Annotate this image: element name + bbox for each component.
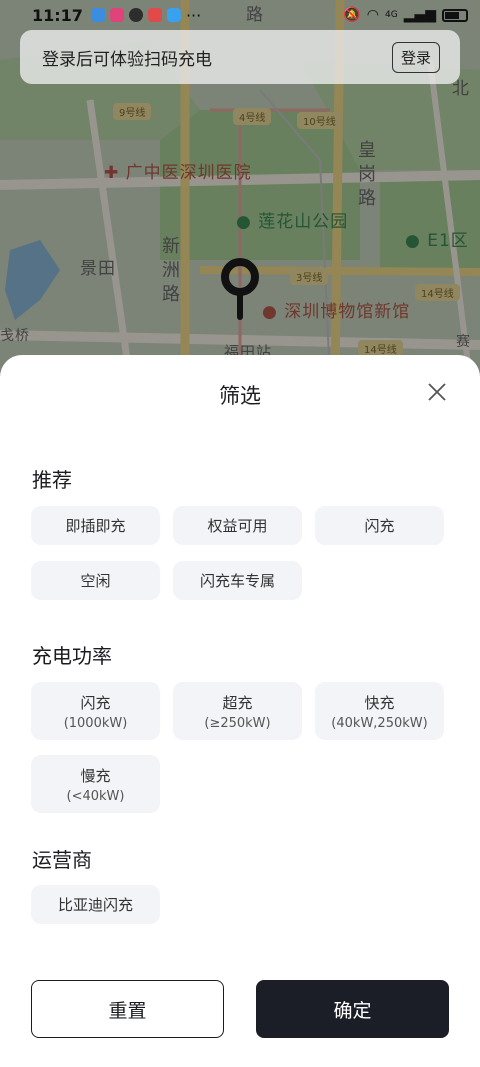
filter-chip-recommend[interactable]: 闪充车专属 bbox=[173, 561, 302, 600]
close-icon[interactable] bbox=[425, 380, 449, 404]
section-title-recommend: 推荐 bbox=[32, 468, 72, 492]
wifi-icon: ◠ bbox=[366, 7, 379, 23]
app-notification-icon bbox=[109, 8, 124, 22]
filter-chip-recommend[interactable]: 闪充 bbox=[315, 506, 444, 545]
login-banner: 登录后可体验扫码充电 登录 bbox=[20, 30, 460, 84]
clock: 11:17 bbox=[32, 5, 83, 25]
filter-chip-recommend[interactable]: 即插即充 bbox=[31, 506, 160, 545]
filter-chip-recommend[interactable]: 空闲 bbox=[31, 561, 160, 600]
section-title-operator: 运营商 bbox=[32, 848, 92, 872]
location-pin-icon bbox=[221, 258, 259, 320]
more-notifications-icon: ··· bbox=[185, 5, 202, 25]
filter-chip-power[interactable]: 快充 (40kW,250kW) bbox=[315, 682, 444, 740]
filter-chip-power[interactable]: 闪充 (1000kW) bbox=[31, 682, 160, 740]
login-button[interactable]: 登录 bbox=[391, 41, 440, 73]
reset-button[interactable]: 重置 bbox=[31, 980, 224, 1038]
filter-chip-recommend[interactable]: 权益可用 bbox=[173, 506, 302, 545]
wechat-icon bbox=[128, 8, 143, 22]
login-prompt: 登录后可体验扫码充电 bbox=[42, 49, 212, 70]
filter-chip-operator[interactable]: 比亚迪闪充 bbox=[31, 885, 160, 924]
section-title-power: 充电功率 bbox=[32, 644, 112, 668]
confirm-button[interactable]: 确定 bbox=[256, 980, 449, 1038]
filter-sheet: 筛选 推荐 即插即充 权益可用 闪充 空闲 闪充车专属 充电功率 闪充 (100… bbox=[0, 355, 480, 1067]
app-notification-icon bbox=[147, 8, 162, 22]
status-bar: 11:17 ··· 🔕 ◠ 4G ▂▄▆ bbox=[0, 0, 480, 30]
signal-icon: ▂▄▆ bbox=[403, 7, 436, 23]
mute-icon: 🔕 bbox=[343, 7, 361, 23]
filter-chip-power[interactable]: 超充 (≥250kW) bbox=[173, 682, 302, 740]
network-type: 4G bbox=[384, 10, 398, 20]
sheet-title: 筛选 bbox=[219, 384, 261, 408]
app-notification-icon bbox=[166, 8, 181, 22]
battery-icon bbox=[442, 8, 468, 22]
filter-chip-power[interactable]: 慢充 (<40kW) bbox=[31, 755, 160, 813]
app-notification-icon bbox=[90, 8, 105, 22]
